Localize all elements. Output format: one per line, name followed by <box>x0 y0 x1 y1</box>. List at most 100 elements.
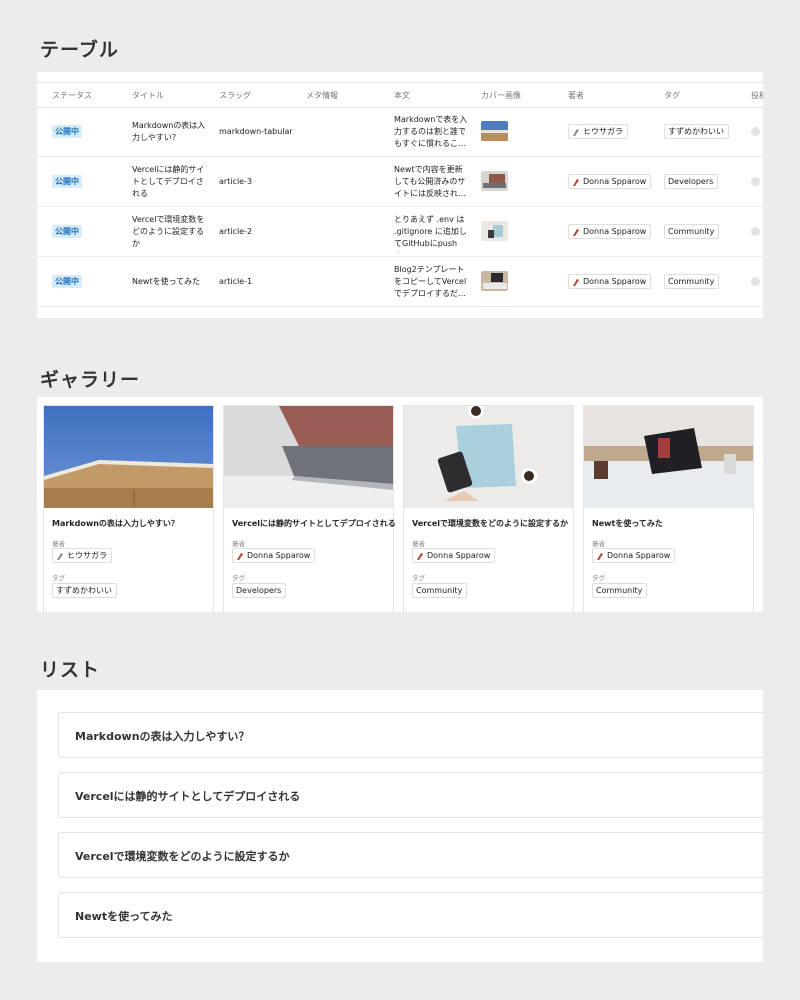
author-name: ヒウサガラ <box>583 127 623 136</box>
list-item-title: Vercelで環境変数をどのように設定するか <box>75 850 290 863</box>
column-header-title[interactable]: タイトル <box>132 90 164 101</box>
tag-chip[interactable]: すずめかわいい <box>664 124 729 139</box>
author-avatar-icon <box>573 178 579 186</box>
row-slug: article-3 <box>219 177 253 186</box>
card-tag-label: タグ <box>412 574 425 582</box>
cover-image-thumbnail <box>481 171 508 191</box>
tag-chip[interactable]: Developers <box>232 583 287 598</box>
card-cover-image <box>584 406 753 508</box>
author-name: Donna Spparow <box>607 551 671 560</box>
column-header-slug[interactable]: スラッグ <box>219 90 251 101</box>
card-tag-label: タグ <box>52 574 65 582</box>
column-header-body[interactable]: 本文 <box>394 90 410 101</box>
author-name: Donna Spparow <box>427 551 491 560</box>
card-title: Newtを使ってみた <box>592 519 663 528</box>
card-cover-image <box>224 406 393 508</box>
card-author-label: 著者 <box>232 540 245 548</box>
list-item[interactable]: Vercelには静的サイトとしてデプロイされる <box>58 772 763 818</box>
card-title: Markdownの表は入力しやすい？ <box>52 519 179 528</box>
status-badge: 公開中 <box>52 125 82 138</box>
tag-chip[interactable]: すずめかわいい <box>52 583 117 598</box>
author-avatar-icon <box>417 552 423 560</box>
status-badge: 公開中 <box>52 225 82 238</box>
author-avatar-icon <box>597 552 603 560</box>
row-title: Newtを使ってみた <box>132 277 201 286</box>
person-icon <box>751 177 760 186</box>
status-badge: 公開中 <box>52 175 82 188</box>
author-chip[interactable]: Donna Spparow <box>592 548 676 563</box>
row-title: Markdownの表は入力しやすい？ <box>132 121 206 142</box>
status-badge: 公開中 <box>52 275 82 288</box>
author-avatar-icon <box>573 278 579 286</box>
author-chip[interactable]: Donna Spparow <box>232 548 316 563</box>
row-title: Vercelには静的サイトとしてデプロイされる <box>132 165 205 198</box>
list-item[interactable]: Markdownの表は入力しやすい？ <box>58 712 763 758</box>
list-item-title: Vercelには静的サイトとしてデプロイされる <box>75 790 301 803</box>
list-item-title: Newtを使ってみた <box>75 910 173 923</box>
tag-chip[interactable]: Community <box>664 224 720 239</box>
tag-chip[interactable]: Community <box>592 583 648 598</box>
table-header: ステータス タイトル スラッグ メタ情報 本文 カバー画像 著者 タグ 投稿 <box>37 82 763 108</box>
author-chip[interactable]: ヒウサガラ <box>52 548 112 563</box>
tag-chip[interactable]: Community <box>412 583 468 598</box>
card-author-label: 著者 <box>412 540 425 548</box>
row-body: Markdownで表を入力するのは割と誰でもすぐに慣れるこ… <box>394 115 468 148</box>
list-item[interactable]: Newtを使ってみた <box>58 892 763 938</box>
author-avatar-icon <box>237 552 243 560</box>
author-name: ヒウサガラ <box>67 551 107 560</box>
column-header-status[interactable]: ステータス <box>52 90 92 101</box>
tag-chip[interactable]: Developers <box>664 174 719 189</box>
column-header-tag[interactable]: タグ <box>664 90 680 101</box>
cover-image-thumbnail <box>481 121 508 141</box>
row-title: Vercelで環境変数をどのように設定するか <box>132 215 205 248</box>
row-slug: article-1 <box>219 277 253 286</box>
gallery-card[interactable]: Markdownの表は入力しやすい？ 著者 ヒウサガラ タグ すずめかわいい <box>43 405 214 612</box>
author-chip[interactable]: Donna Spparow <box>568 174 652 189</box>
gallery-section-title: ギャラリー <box>40 369 141 391</box>
author-chip[interactable]: Donna Spparow <box>568 224 652 239</box>
table-row[interactable]: 公開中 Newtを使ってみた article-1 Blog2テンプレートをコピー… <box>37 257 763 307</box>
list-section-title: リスト <box>40 659 101 681</box>
author-avatar-icon <box>57 552 63 560</box>
card-tag-label: タグ <box>232 574 245 582</box>
list-item-title: Markdownの表は入力しやすい？ <box>75 730 250 743</box>
card-author-label: 著者 <box>52 540 65 548</box>
author-name: Donna Spparow <box>583 227 647 236</box>
tag-chip[interactable]: Community <box>664 274 720 289</box>
author-chip[interactable]: Donna Spparow <box>412 548 496 563</box>
table-row[interactable]: 公開中 Vercelで環境変数をどのように設定するか article-2 とりあ… <box>37 207 763 257</box>
list-item[interactable]: Vercelで環境変数をどのように設定するか <box>58 832 763 878</box>
table-view: ステータス タイトル スラッグ メタ情報 本文 カバー画像 著者 タグ 投稿 公… <box>37 72 763 318</box>
author-name: Donna Spparow <box>583 277 647 286</box>
row-body: とりあえず .env は .gitignore に追加してGitHubにpush… <box>394 215 467 252</box>
card-author-label: 著者 <box>592 540 605 548</box>
author-avatar-icon <box>573 128 579 136</box>
table-section-title: テーブル <box>40 39 119 61</box>
cover-image-thumbnail <box>481 221 508 241</box>
table-row[interactable]: 公開中 Vercelには静的サイトとしてデプロイされる article-3 Ne… <box>37 157 763 207</box>
gallery-card[interactable]: Vercelには静的サイトとしてデプロイされる 著者 Donna Spparow… <box>223 405 396 612</box>
author-name: Donna Spparow <box>247 551 311 560</box>
card-tag-label: タグ <box>592 574 605 582</box>
author-chip[interactable]: ヒウサガラ <box>568 124 628 139</box>
gallery-card[interactable]: Vercelで環境変数をどのように設定するか 著者 Donna Spparow … <box>403 405 574 612</box>
author-name: Donna Spparow <box>583 177 647 186</box>
column-header-author[interactable]: 著者 <box>568 90 584 101</box>
column-header-posted[interactable]: 投稿 <box>751 90 763 101</box>
gallery-card[interactable]: Newtを使ってみた 著者 Donna Spparow タグ Community <box>583 405 754 612</box>
card-title: Vercelで環境変数をどのように設定するか <box>412 519 569 528</box>
author-avatar-icon <box>573 228 579 236</box>
row-slug: markdown-tabular <box>219 127 293 136</box>
card-cover-image <box>44 406 213 508</box>
author-chip[interactable]: Donna Spparow <box>568 274 652 289</box>
column-header-cover-image[interactable]: カバー画像 <box>481 90 521 101</box>
table-row[interactable]: 公開中 Markdownの表は入力しやすい？ markdown-tabular … <box>37 107 763 157</box>
list-view: Markdownの表は入力しやすい？ Vercelには静的サイトとしてデプロイさ… <box>37 690 763 962</box>
row-body: Blog2テンプレートをコピーしてVercelでデプロイするだ… <box>394 265 467 298</box>
card-title: Vercelには静的サイトとしてデプロイされる <box>232 519 396 528</box>
person-icon <box>751 227 760 236</box>
card-cover-image <box>404 406 573 508</box>
column-header-meta[interactable]: メタ情報 <box>306 90 338 101</box>
person-icon <box>751 127 760 136</box>
gallery-view: Markdownの表は入力しやすい？ 著者 ヒウサガラ タグ すずめかわいい V… <box>37 397 763 612</box>
